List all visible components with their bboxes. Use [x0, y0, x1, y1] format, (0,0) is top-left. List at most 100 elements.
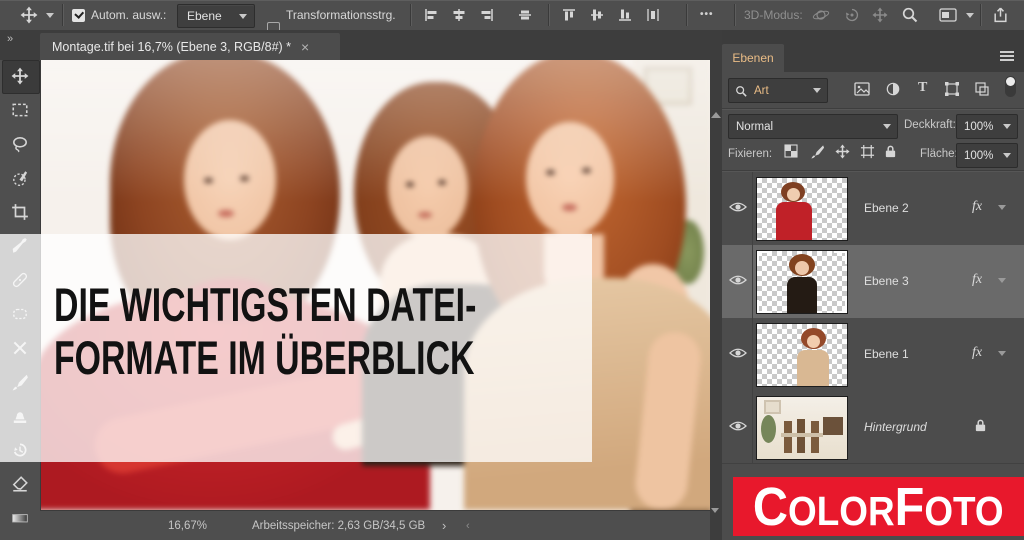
layer-name[interactable]: Ebene 2: [864, 201, 909, 215]
selection-corner: [834, 300, 847, 313]
layer-thumbnail[interactable]: [756, 323, 848, 387]
layer-row-ebene-2[interactable]: Ebene 2 fx: [722, 172, 1024, 246]
scroll-up-icon[interactable]: [711, 112, 721, 118]
filter-smart-object-icon[interactable]: [974, 81, 990, 97]
divider: [722, 108, 1024, 109]
layer-name[interactable]: Ebene 3: [864, 274, 909, 288]
align-center-horizontal-button[interactable]: [452, 8, 466, 22]
selection-corner: [757, 300, 770, 313]
screen-mode-icon[interactable]: [938, 8, 958, 22]
tab-ebenen[interactable]: Ebenen: [722, 44, 784, 72]
align-right-button[interactable]: [480, 8, 494, 22]
filter-adjustment-icon[interactable]: [886, 82, 900, 96]
thumb-face: [807, 335, 820, 348]
filter-toggle-switch[interactable]: [1005, 76, 1016, 97]
fx-expand-chevron-icon[interactable]: [998, 205, 1006, 210]
layer-name-background[interactable]: Hintergrund: [864, 420, 927, 434]
zoom-level-field[interactable]: 16,67%: [168, 511, 207, 540]
lock-artboard-icon[interactable]: [860, 144, 876, 160]
move-tool[interactable]: [11, 67, 29, 85]
fx-expand-chevron-icon[interactable]: [998, 351, 1006, 356]
distribute-horizontal-button[interactable]: [646, 8, 660, 22]
visibility-eye-icon[interactable]: [729, 274, 749, 288]
layer-fx-badge[interactable]: fx: [972, 345, 982, 361]
align-left-button[interactable]: [424, 8, 438, 22]
layer-row-ebene-3-selected[interactable]: Ebene 3 fx: [722, 245, 1024, 319]
layer-row-ebene-1[interactable]: Ebene 1 fx: [722, 318, 1024, 392]
auto-select-checkbox[interactable]: [72, 8, 85, 22]
zoom-search-icon[interactable]: [902, 7, 918, 23]
gradient-tool[interactable]: [11, 509, 29, 527]
layer-row-hintergrund[interactable]: Hintergrund: [722, 391, 1024, 464]
lock-transparency-icon[interactable]: [784, 144, 800, 160]
panel-gutter: [710, 30, 722, 540]
layer-thumbnail[interactable]: [756, 177, 848, 241]
fill-value: 100%: [964, 149, 994, 162]
photoshop-window: Autom. ausw.: Ebene Transformationsstrg.…: [0, 0, 1024, 540]
headline-overlay-band: DIE WICHTIGSTEN DATEI- FORMATE IM ÜBERBL…: [0, 234, 592, 462]
divider: [734, 4, 735, 26]
lock-all-icon[interactable]: [884, 144, 900, 160]
layer-list: Ebene 2 fx Ebene 3 fx Ebene 1 fx Hinterg…: [722, 172, 1024, 464]
divider: [752, 245, 753, 318]
blend-mode-dropdown[interactable]: Normal: [728, 114, 898, 139]
layer-thumbnail-background[interactable]: [756, 396, 848, 460]
auto-select-label: Autom. ausw.:: [91, 8, 167, 22]
thumb-frame: [764, 400, 781, 414]
toolbar-collapse-button[interactable]: »: [7, 33, 14, 45]
layer-fx-badge[interactable]: fx: [972, 272, 982, 288]
layer-name[interactable]: Ebene 1: [864, 347, 909, 361]
screen-mode-chevron-icon[interactable]: [966, 13, 974, 18]
document-tab[interactable]: Montage.tif bei 16,7% (Ebene 3, RGB/8#) …: [40, 33, 340, 60]
lock-position-icon[interactable]: [835, 144, 851, 160]
panel-header: [722, 30, 1024, 45]
thumb-red-body: [776, 202, 812, 240]
panel-menu-icon[interactable]: [1000, 51, 1014, 61]
visibility-eye-icon[interactable]: [729, 347, 749, 361]
align-center-vertical-button[interactable]: [590, 8, 604, 22]
lock-label: Fixieren:: [728, 148, 773, 160]
layer-thumbnail-selected[interactable]: [756, 250, 848, 314]
align-middle-strip-button[interactable]: [518, 8, 532, 22]
divider: [548, 4, 549, 26]
crop-tool[interactable]: [11, 203, 29, 221]
status-next-chevron[interactable]: ›: [442, 511, 446, 540]
divider: [752, 391, 753, 463]
tool-preset-chevron-icon[interactable]: [46, 13, 54, 18]
layer-lock-icon: [974, 418, 987, 433]
share-export-icon[interactable]: [992, 6, 1009, 23]
fx-expand-chevron-icon[interactable]: [998, 278, 1006, 283]
colorfoto-logo-text: C OLOR F OTO: [753, 480, 1004, 534]
quick-selection-tool[interactable]: [11, 169, 29, 187]
filter-type-icon[interactable]: T: [918, 80, 927, 96]
divider: [62, 4, 63, 26]
layer-fx-badge[interactable]: fx: [972, 199, 982, 215]
layers-panel: Ebenen Art T Normal Deckkraft: 100% Fixi…: [722, 30, 1024, 540]
scroll-down-icon[interactable]: [711, 508, 719, 513]
lock-pixels-icon[interactable]: [810, 144, 826, 160]
orbit-3d-icon: [812, 8, 830, 22]
transform-controls-label: Transformationsstrg.: [286, 8, 396, 22]
logo-letter: F: [894, 476, 925, 537]
eraser-tool[interactable]: [11, 475, 29, 493]
align-bottom-button[interactable]: [618, 8, 632, 22]
filter-image-icon[interactable]: [854, 82, 870, 96]
lasso-tool[interactable]: [11, 135, 29, 153]
thumb-beige-body: [797, 350, 829, 386]
logo-letters: OTO: [924, 487, 1004, 534]
visibility-eye-icon[interactable]: [729, 201, 749, 215]
fill-label: Fläche:: [920, 148, 958, 160]
align-top-button[interactable]: [562, 8, 576, 22]
visibility-eye-icon[interactable]: [729, 420, 749, 434]
layer-filter-dropdown[interactable]: Art: [728, 78, 828, 103]
filter-shape-icon[interactable]: [944, 81, 960, 97]
fill-field[interactable]: 100%: [956, 143, 1018, 168]
opacity-field[interactable]: 100%: [956, 114, 1018, 139]
more-align-options-button[interactable]: •••: [700, 0, 714, 30]
close-tab-icon[interactable]: ×: [301, 40, 309, 54]
marquee-tool[interactable]: [11, 101, 29, 119]
move-tool-option-icon[interactable]: [20, 6, 38, 24]
auto-select-dropdown[interactable]: Ebene: [177, 4, 255, 28]
status-prev-chevron[interactable]: ‹: [466, 511, 470, 540]
options-bar: Autom. ausw.: Ebene Transformationsstrg.…: [0, 0, 1024, 35]
